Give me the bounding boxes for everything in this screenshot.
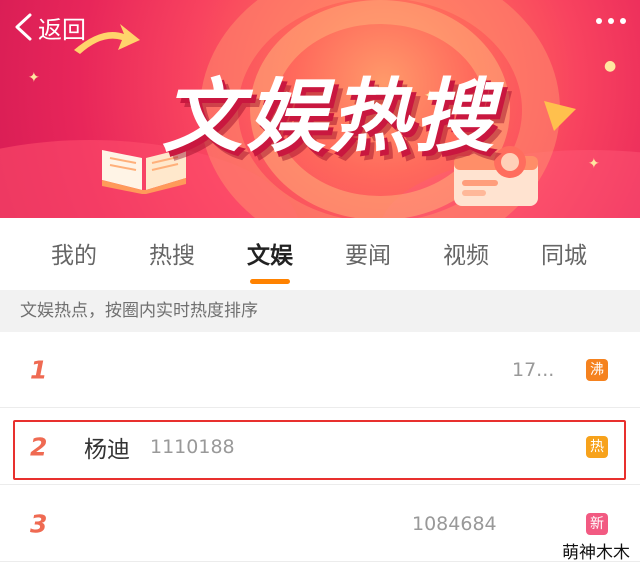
boiling-badge: 沸: [586, 358, 608, 381]
banner: ✦ ● ✦ ✦ 返回 文娱热搜: [0, 0, 640, 218]
heat-count: 1110188: [150, 435, 235, 458]
tab-label: 视频: [443, 243, 489, 269]
list-item[interactable]: 1 17... 沸: [0, 332, 640, 408]
heat-count: 1084684: [412, 512, 497, 535]
back-button[interactable]: 返回: [12, 8, 86, 46]
tab-video[interactable]: 视频: [417, 236, 515, 270]
dot-icon: [608, 18, 614, 24]
sparkle-icon: ●: [604, 58, 617, 74]
tab-hot-search[interactable]: 热搜: [123, 236, 221, 270]
watermark: 萌神木木: [562, 543, 630, 563]
tab-mine[interactable]: 我的: [25, 236, 123, 270]
banner-title: 文娱热搜: [162, 70, 498, 163]
hot-badge: 热: [586, 435, 608, 458]
tab-news[interactable]: 要闻: [319, 236, 417, 270]
list-item[interactable]: 3 1084684 新: [0, 486, 640, 562]
heat-count: 17...: [512, 358, 555, 381]
rank-number: 3: [30, 509, 48, 538]
dot-icon: [620, 18, 626, 24]
tab-label: 热搜: [149, 243, 195, 269]
chevron-left-icon: [15, 13, 32, 41]
rank-number: 1: [30, 355, 48, 384]
tab-local[interactable]: 同城: [515, 236, 613, 270]
tab-label: 文娱: [247, 243, 293, 269]
back-label: 返回: [38, 15, 86, 44]
tab-label: 同城: [541, 243, 587, 269]
keyword: 杨迪: [84, 436, 130, 463]
sparkle-icon: ✦: [28, 70, 40, 86]
sparkle-icon: ✦: [588, 156, 600, 172]
tab-bar: 我的 热搜 文娱 要闻 视频 同城: [0, 218, 640, 288]
active-tab-indicator: [250, 279, 290, 284]
dot-icon: [596, 18, 602, 24]
rank-number: 2: [30, 432, 48, 461]
new-badge: 新: [586, 512, 608, 535]
tab-label: 我的: [51, 243, 97, 269]
list-item[interactable]: 2 杨迪 1110188 热: [0, 409, 640, 485]
more-options-button[interactable]: [596, 18, 626, 24]
tab-entertainment[interactable]: 文娱: [221, 236, 319, 284]
list-description: 文娱热点，按圈内实时热度排序: [0, 290, 640, 332]
tab-label: 要闻: [345, 243, 391, 269]
triangle-decoration-icon: [544, 101, 576, 131]
